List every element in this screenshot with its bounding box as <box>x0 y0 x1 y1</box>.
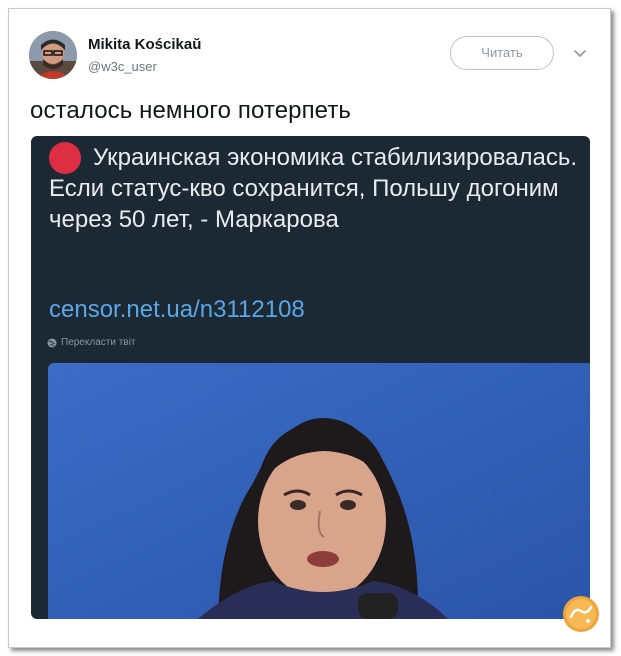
news-photo[interactable] <box>48 363 590 619</box>
display-name[interactable]: Mikita Kościkaŭ <box>88 36 201 53</box>
watermark-logo <box>563 596 599 632</box>
translate-label: Перекласти твіт <box>61 337 136 348</box>
avatar[interactable] <box>29 31 77 79</box>
tweet-text: осталось немного потерпеть <box>30 97 352 124</box>
quoted-text: Украинская экономика стабилизировалась. … <box>49 144 578 233</box>
chevron-down-icon[interactable] <box>572 45 588 61</box>
article-link[interactable]: censor.net.ua/n3112108 <box>49 296 305 324</box>
globe-icon <box>47 338 57 347</box>
quoted-card[interactable]: Украинская экономика стабилизировалась. … <box>31 136 590 619</box>
follow-button[interactable]: Читать <box>450 36 554 70</box>
translate-tweet[interactable]: Перекласти твіт <box>47 337 135 348</box>
user-handle[interactable]: @w3c_user <box>88 59 157 74</box>
